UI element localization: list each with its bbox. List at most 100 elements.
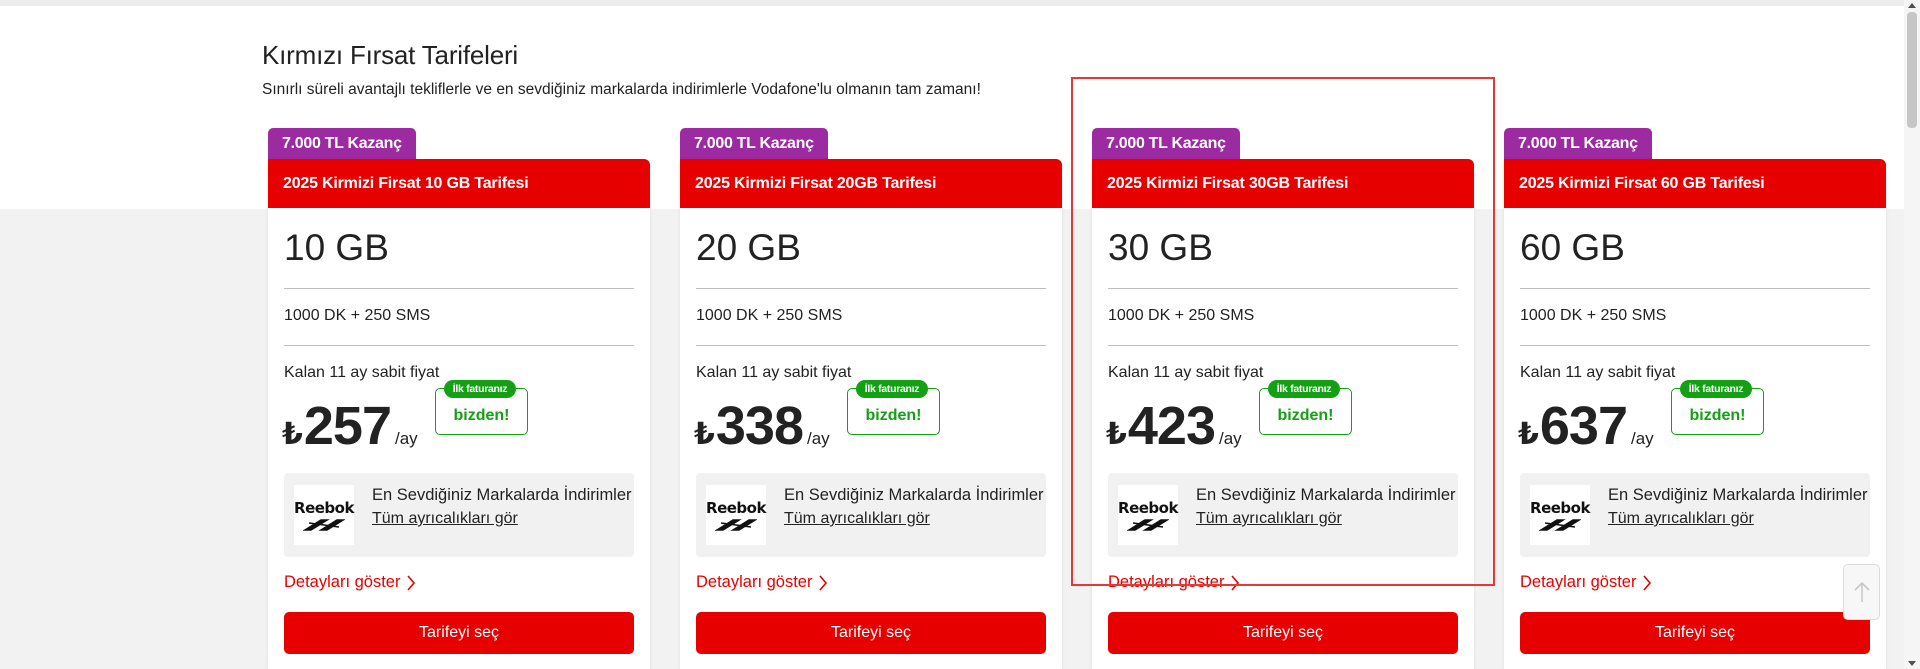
brand-title: En Sevdiğiniz Markalarda İndirimler — [784, 486, 1044, 504]
show-details-label: Detayları göster — [1108, 573, 1225, 591]
select-tariff-button[interactable]: Tarifeyi seç — [1520, 612, 1870, 654]
show-details-link[interactable]: Detayları göster — [1520, 573, 1652, 592]
show-details-label: Detayları göster — [696, 573, 813, 591]
all-privileges-link[interactable]: Tüm ayrıcalıkları gör — [784, 510, 930, 528]
reebok-logo-icon: Reebok — [1118, 485, 1178, 545]
tariff-card-10gb: 7.000 TL Kazanç 2025 Kirmizi Firsat 10 G… — [268, 128, 650, 669]
reebok-logo-icon: Reebok — [706, 485, 766, 545]
gain-badge: 7.000 TL Kazanç — [268, 128, 416, 159]
promo-bottom-label: bizden! — [453, 407, 510, 424]
reebok-vector-icon — [303, 518, 345, 531]
promo-top-label: İlk faturanız — [444, 380, 516, 398]
show-details-link[interactable]: Detayları göster — [284, 573, 416, 592]
all-privileges-link[interactable]: Tüm ayrıcalıkları gör — [1608, 510, 1754, 528]
tariff-name: 2025 Kirmizi Firsat 30GB Tarifesi — [1092, 159, 1474, 208]
divider — [696, 288, 1046, 289]
scroll-down-arrow-icon[interactable] — [1908, 661, 1916, 666]
all-privileges-link[interactable]: Tüm ayrıcalıkları gör — [1196, 510, 1342, 528]
tariff-card-30gb: 7.000 TL Kazanç 2025 Kirmizi Firsat 30GB… — [1092, 128, 1474, 669]
currency-symbol: ₺ — [1518, 418, 1539, 451]
gain-badge: 7.000 TL Kazanç — [680, 128, 828, 159]
divider — [284, 288, 634, 289]
price: ₺ 257 /ay — [282, 395, 418, 456]
show-details-link[interactable]: Detayları göster — [696, 573, 828, 592]
select-tariff-button[interactable]: Tarifeyi seç — [1108, 612, 1458, 654]
price-note: Kalan 11 ay sabit fiyat — [1520, 364, 1676, 381]
brand-logo-text: Reebok — [1118, 498, 1178, 517]
brand-discount-box: Reebok En Sevdiğiniz Markalarda İndiriml… — [696, 473, 1046, 557]
reebok-vector-icon — [1539, 518, 1581, 531]
show-details-label: Detayları göster — [1520, 573, 1637, 591]
select-tariff-button[interactable]: Tarifeyi seç — [696, 612, 1046, 654]
brand-logo-text: Reebok — [1530, 498, 1590, 517]
divider — [1520, 345, 1870, 346]
promo-top-label: İlk faturanız — [856, 380, 928, 398]
show-details-link[interactable]: Detayları göster — [1108, 573, 1240, 592]
brand-logo-text: Reebok — [706, 498, 766, 517]
minutes-sms: 1000 DK + 250 SMS — [696, 307, 843, 324]
reebok-logo-icon: Reebok — [294, 485, 354, 545]
price-value: 338 — [715, 396, 804, 456]
brand-title: En Sevdiğiniz Markalarda İndirimler — [1196, 486, 1456, 504]
brand-logo-text: Reebok — [294, 498, 354, 517]
brand-discount-box: Reebok En Sevdiğiniz Markalarda İndiriml… — [1108, 473, 1458, 557]
chevron-right-icon — [1643, 574, 1652, 591]
divider — [1108, 345, 1458, 346]
gain-badge: 7.000 TL Kazanç — [1504, 128, 1652, 159]
tariff-card-20gb: 7.000 TL Kazanç 2025 Kirmizi Firsat 20GB… — [680, 128, 1062, 669]
price-value: 257 — [303, 396, 392, 456]
first-bill-free-stamp: İlk faturanız bizden! — [1671, 380, 1764, 435]
tariff-card-60gb: 7.000 TL Kazanç 2025 Kirmizi Firsat 60 G… — [1504, 128, 1886, 669]
promo-bottom-label: bizden! — [1277, 407, 1334, 424]
arrow-up-icon — [1853, 581, 1870, 602]
section-subtitle: Sınırlı süreli avantajlı tekliflerle ve … — [262, 81, 981, 98]
price: ₺ 338 /ay — [694, 395, 830, 456]
brand-discount-box: Reebok En Sevdiğiniz Markalarda İndiriml… — [1520, 473, 1870, 557]
all-privileges-link[interactable]: Tüm ayrıcalıkları gör — [372, 510, 518, 528]
per-month: /ay — [1218, 429, 1242, 448]
data-amount: 20 GB — [696, 227, 801, 268]
minutes-sms: 1000 DK + 250 SMS — [284, 307, 431, 324]
currency-symbol: ₺ — [694, 418, 715, 451]
brand-title: En Sevdiğiniz Markalarda İndirimler — [1608, 486, 1868, 504]
card-body: 2025 Kirmizi Firsat 60 GB Tarifesi 60 GB… — [1504, 159, 1886, 669]
page: Kırmızı Fırsat Tarifeleri Sınırlı süreli… — [0, 0, 1920, 669]
brand-title: En Sevdiğiniz Markalarda İndirimler — [372, 486, 632, 504]
chevron-right-icon — [1231, 574, 1240, 591]
price: ₺ 423 /ay — [1106, 395, 1242, 456]
select-tariff-button[interactable]: Tarifeyi seç — [284, 612, 634, 654]
promo-bottom-label: bizden! — [865, 407, 922, 424]
vertical-scrollbar[interactable] — [1904, 0, 1920, 669]
top-strip — [0, 0, 1904, 6]
first-bill-free-stamp: İlk faturanız bizden! — [847, 380, 940, 435]
price: ₺ 637 /ay — [1518, 395, 1654, 456]
per-month: /ay — [1630, 429, 1654, 448]
scrollbar-thumb[interactable] — [1907, 12, 1917, 128]
divider — [1520, 288, 1870, 289]
data-amount: 30 GB — [1108, 227, 1213, 268]
currency-symbol: ₺ — [282, 418, 303, 451]
scroll-to-top-button[interactable] — [1843, 564, 1880, 620]
card-body: 2025 Kirmizi Firsat 20GB Tarifesi 20 GB … — [680, 159, 1062, 669]
price-note: Kalan 11 ay sabit fiyat — [284, 364, 440, 381]
tariff-name: 2025 Kirmizi Firsat 20GB Tarifesi — [680, 159, 1062, 208]
show-details-label: Detayları göster — [284, 573, 401, 591]
promo-top-label: İlk faturanız — [1268, 380, 1340, 398]
price-note: Kalan 11 ay sabit fiyat — [696, 364, 852, 381]
price-note: Kalan 11 ay sabit fiyat — [1108, 364, 1264, 381]
minutes-sms: 1000 DK + 250 SMS — [1520, 307, 1667, 324]
tariff-name: 2025 Kirmizi Firsat 60 GB Tarifesi — [1504, 159, 1886, 208]
reebok-vector-icon — [1127, 518, 1169, 531]
card-body: 2025 Kirmizi Firsat 10 GB Tarifesi 10 GB… — [268, 159, 650, 669]
chevron-right-icon — [819, 574, 828, 591]
data-amount: 10 GB — [284, 227, 389, 268]
promo-bottom-label: bizden! — [1689, 407, 1746, 424]
per-month: /ay — [394, 429, 418, 448]
chevron-right-icon — [407, 574, 416, 591]
scroll-up-arrow-icon[interactable] — [1908, 3, 1916, 8]
reebok-logo-icon: Reebok — [1530, 485, 1590, 545]
price-value: 423 — [1127, 396, 1216, 456]
tariff-name: 2025 Kirmizi Firsat 10 GB Tarifesi — [268, 159, 650, 208]
first-bill-free-stamp: İlk faturanız bizden! — [1259, 380, 1352, 435]
divider — [284, 345, 634, 346]
